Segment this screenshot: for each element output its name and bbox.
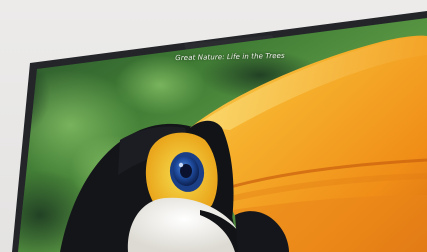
toucan-image — [18, 18, 427, 252]
tv-scene — [12, 11, 427, 252]
photo-stage: Great Nature: Life in the Trees — [0, 0, 427, 252]
